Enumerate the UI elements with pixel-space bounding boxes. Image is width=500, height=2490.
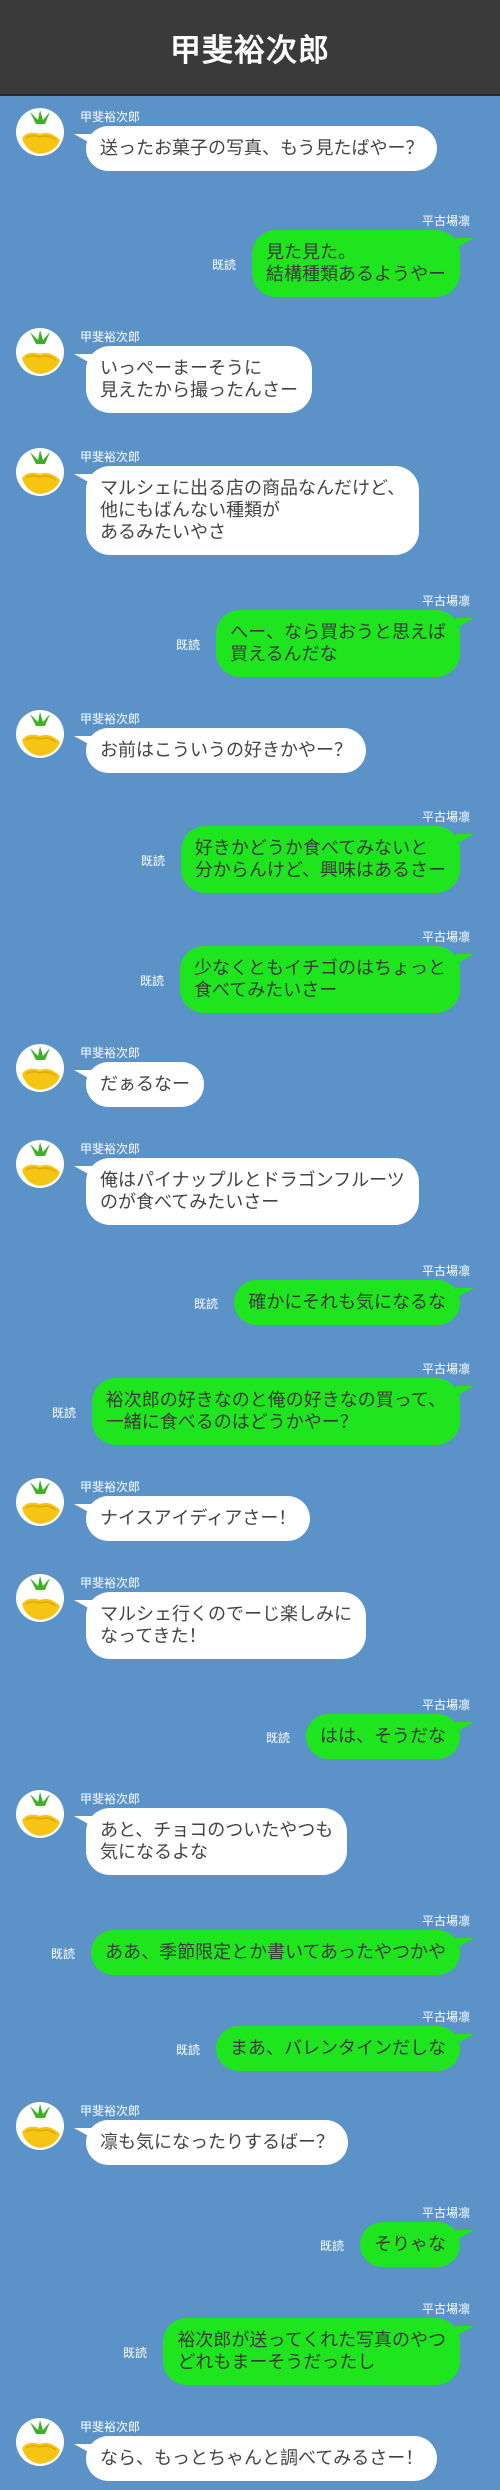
read-receipt: 既読	[50, 1947, 75, 1961]
pineapple-icon[interactable]	[16, 108, 64, 156]
chat-header: 甲斐裕次郎	[0, 0, 500, 96]
message-bubble[interactable]: まあ、バレンタインだしな	[216, 2026, 460, 2071]
sender-name: 甲斐裕次郎	[80, 110, 141, 124]
read-receipt: 既読	[175, 638, 200, 652]
message-bubble[interactable]: ナイスアイディアさー！	[86, 1496, 311, 1541]
sender-name: 甲斐裕次郎	[80, 1480, 141, 1494]
sender-name: 甲斐裕次郎	[80, 1046, 141, 1060]
pineapple-icon[interactable]	[16, 1478, 64, 1526]
message-bubble[interactable]: はは、そうだな	[306, 1714, 460, 1759]
sender-name: 平古場凛	[421, 594, 470, 608]
pineapple-icon[interactable]	[16, 328, 64, 376]
message-bubble[interactable]: マルシェ行くのでーじ楽しみに なってきた！	[86, 1592, 366, 1659]
read-receipt: 既読	[139, 974, 164, 988]
sender-name: 甲斐裕次郎	[80, 712, 141, 726]
message-bubble[interactable]: 好きかどうか食べてみないと 分からんけど、興味はあるさー	[180, 826, 460, 893]
pineapple-icon[interactable]	[16, 448, 64, 496]
message-bubble[interactable]: マルシェに出る店の商品なんだけど、 他にもばんない種類が あるみたいやさ	[86, 466, 420, 555]
sender-name: 平古場凛	[421, 214, 470, 228]
read-receipt: 既読	[319, 2239, 344, 2253]
read-receipt: 既読	[51, 1406, 76, 1420]
message-bubble[interactable]: 送ったお菓子の写真、もう見たばやー？	[86, 126, 438, 171]
message-bubble[interactable]: 見た見た。 結構種類あるようやー	[252, 230, 460, 297]
pineapple-icon[interactable]	[16, 710, 64, 758]
read-receipt: 既読	[175, 2043, 200, 2057]
sender-name: 甲斐裕次郎	[80, 2420, 141, 2434]
sender-name: 甲斐裕次郎	[80, 1576, 141, 1590]
read-receipt: 既読	[140, 854, 165, 868]
read-receipt: 既読	[211, 258, 236, 272]
sender-name: 甲斐裕次郎	[80, 1792, 141, 1806]
message-bubble[interactable]: 俺はパイナップルとドラゴンフルーツ のが食べてみたいさー	[86, 1158, 419, 1225]
read-receipt: 既読	[193, 1297, 218, 1311]
message-bubble[interactable]: へー、なら買おうと思えば 買えるんだな	[216, 610, 460, 677]
message-bubble[interactable]: 少なくともイチゴのはちょっと 食べてみたいさー	[180, 946, 460, 1013]
pineapple-icon[interactable]	[16, 1790, 64, 1838]
pineapple-icon[interactable]	[16, 1044, 64, 1092]
sender-name: 平古場凛	[421, 2206, 470, 2220]
message-bubble[interactable]: お前はこういうの好きかやー？	[86, 728, 366, 773]
message-bubble[interactable]: 確かにそれも気になるな	[234, 1280, 460, 1325]
sender-name: 平古場凛	[421, 2010, 470, 2024]
message-bubble[interactable]: ああ、季節限定とか書いてあったやつかや	[91, 1930, 460, 1975]
sender-name: 甲斐裕次郎	[80, 2104, 141, 2118]
pineapple-icon[interactable]	[16, 2102, 64, 2150]
message-bubble[interactable]: そりゃな	[360, 2222, 460, 2267]
sender-name: 平古場凛	[421, 1914, 470, 1928]
sender-name: 平古場凛	[421, 1264, 470, 1278]
read-receipt: 既読	[265, 1731, 290, 1745]
message-bubble[interactable]: 裕次郎の好きなのと俺の好きなの買って、 一緒に食べるのはどうかやー？	[91, 1378, 460, 1445]
read-receipt: 既読	[122, 2346, 147, 2360]
pineapple-icon[interactable]	[16, 1140, 64, 1188]
pineapple-icon[interactable]	[16, 1574, 64, 1622]
pineapple-icon[interactable]	[16, 2418, 64, 2466]
sender-name: 甲斐裕次郎	[80, 450, 141, 464]
sender-name: 甲斐裕次郎	[80, 330, 141, 344]
chat-title: 甲斐裕次郎	[170, 32, 330, 69]
message-bubble[interactable]: 凛も気になったりするばー？	[86, 2120, 348, 2165]
message-bubble[interactable]: あと、チョコのついたやつも 気になるよな	[86, 1808, 348, 1875]
message-bubble[interactable]: いっぺーまーそうに 見えたから撮ったんさー	[86, 346, 312, 413]
message-bubble[interactable]: だぁるなー	[86, 1062, 204, 1107]
sender-name: 平古場凛	[421, 2302, 470, 2316]
sender-name: 甲斐裕次郎	[80, 1142, 141, 1156]
message-bubble[interactable]: なら、もっとちゃんと調べてみるさー！	[86, 2436, 438, 2481]
message-bubble[interactable]: 裕次郎が送ってくれた写真のやつ どれもまーそうだったし	[163, 2318, 460, 2385]
sender-name: 平古場凛	[421, 1362, 470, 1376]
sender-name: 平古場凛	[421, 930, 470, 944]
sender-name: 平古場凛	[421, 1698, 470, 1712]
sender-name: 平古場凛	[421, 810, 470, 824]
